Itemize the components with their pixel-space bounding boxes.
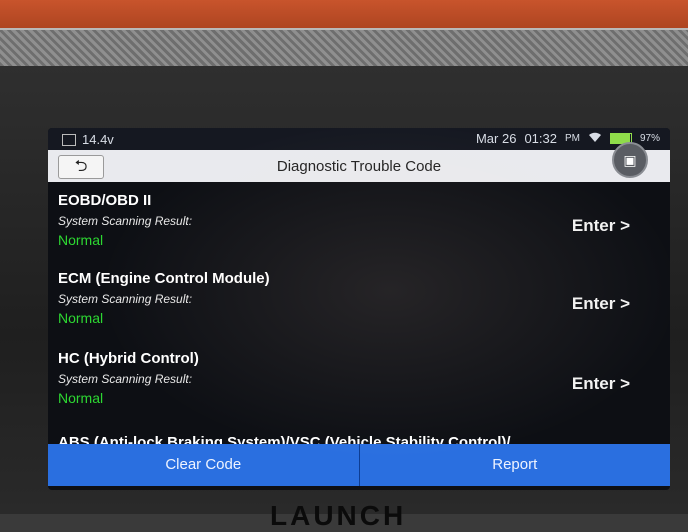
- device-brand-logo: LAUNCH: [270, 500, 407, 531]
- enter-button[interactable]: Enter >: [572, 294, 630, 314]
- item-subtitle: System Scanning Result:: [58, 372, 193, 386]
- item-status: Normal: [58, 390, 104, 406]
- camera-icon: ▣: [623, 152, 637, 168]
- list-item-ecm[interactable]: ECM (Engine Control Module) System Scann…: [48, 264, 670, 344]
- item-title: HC (Hybrid Control): [58, 350, 199, 367]
- status-bar: 14.4v Mar 26 01:32 PM 97%: [48, 128, 670, 150]
- status-date: Mar 26: [475, 131, 517, 146]
- item-status: Normal: [58, 310, 104, 326]
- app-icon: [62, 133, 76, 146]
- item-subtitle: System Scanning Result:: [58, 214, 193, 228]
- voltage-indicator: 14.4v: [82, 132, 114, 147]
- footer-buttons: Clear Code Report: [48, 444, 670, 486]
- header-bar: ⮌ Diagnostic Trouble Code: [48, 150, 670, 182]
- item-title: ECM (Engine Control Module): [58, 270, 270, 287]
- list-item-hc[interactable]: HC (Hybrid Control) System Scanning Resu…: [48, 344, 670, 424]
- enter-button[interactable]: Enter >: [572, 374, 630, 394]
- wifi-icon: [588, 131, 602, 146]
- system-list: EOBD/OBD II System Scanning Result: Norm…: [48, 186, 670, 444]
- battery-percent: 97%: [639, 133, 660, 144]
- page-title: Diagnostic Trouble Code: [276, 158, 442, 175]
- clear-code-button[interactable]: Clear Code: [48, 444, 359, 486]
- status-ampm: PM: [564, 133, 580, 144]
- report-button[interactable]: Report: [358, 444, 670, 486]
- camera-button[interactable]: ▣: [612, 142, 648, 178]
- device-grip-texture: [0, 28, 688, 70]
- enter-button[interactable]: Enter >: [572, 216, 630, 236]
- device-screen: 14.4v Mar 26 01:32 PM 97% ⮌ Diagnostic T…: [48, 128, 670, 490]
- item-subtitle: System Scanning Result:: [58, 292, 193, 306]
- item-title: EOBD/OBD II: [58, 192, 152, 209]
- status-time: 01:32: [524, 131, 557, 146]
- list-item-eobd[interactable]: EOBD/OBD II System Scanning Result: Norm…: [48, 186, 670, 266]
- item-status: Normal: [58, 232, 104, 248]
